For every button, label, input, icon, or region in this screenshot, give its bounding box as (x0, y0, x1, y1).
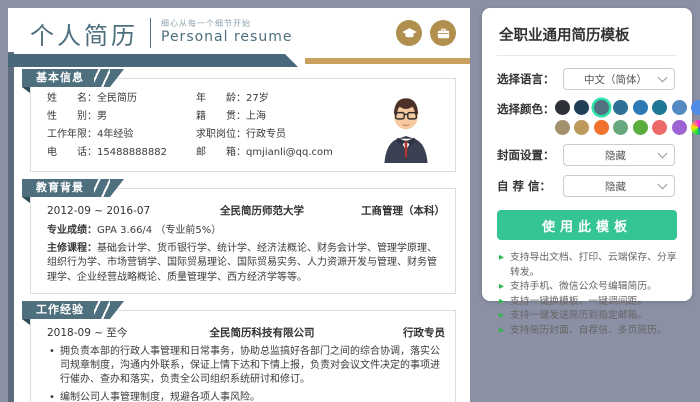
cover-label: 封面设置： (497, 148, 555, 162)
chevron-down-icon (657, 72, 668, 83)
color-swatch-7[interactable] (691, 100, 700, 115)
color-swatch-10[interactable] (593, 120, 609, 135)
header-divider (150, 18, 151, 48)
chevron-down-icon (657, 179, 668, 190)
field-email: 邮 箱：qmjianli@qq.com (195, 147, 333, 158)
color-swatch-15[interactable] (691, 120, 700, 135)
color-swatch-2[interactable] (593, 100, 609, 115)
color-swatch-5[interactable] (652, 100, 667, 115)
cover-letter-label: 自 荐 信： (497, 179, 552, 193)
feature-item: 支持手机、微信公众号编辑简历。 (499, 280, 677, 295)
graduation-cap-icon (396, 20, 422, 46)
panel-divider (497, 55, 677, 56)
use-template-button[interactable]: 使用此模板 (497, 210, 677, 240)
field-position: 求职岗位：行政专员 (195, 129, 286, 140)
briefcase-icon (430, 20, 456, 46)
job-header: 2018-09 ~ 至今 全民简历科技有限公司 行政专员 (47, 325, 445, 340)
education-gpa: 专业成绩：GPA 3.66/4 （专业前5%） (47, 225, 222, 236)
job-bullet: 拥负责本部的行政人事管理和日常事务，协助总监搞好各部门之间的综合协调，落实公司规… (49, 345, 445, 388)
job-role: 行政专员 (403, 327, 445, 339)
cover-row: 封面设置： 隐藏 (497, 144, 677, 166)
job-company: 全民简历科技有限公司 (209, 327, 315, 339)
education-courses: 主修课程：基础会计学、货币银行学、统计学、经济法概论、财务会计学、管理学原理、组… (47, 242, 437, 283)
cover-value: 隐藏 (605, 149, 626, 162)
template-options-panel: 全职业通用简历模板 选择语言： 中文（简体） 选择颜色： 封面设置： 隐藏 自 … (482, 8, 700, 338)
colors-row: 选择颜色： (497, 99, 700, 135)
color-swatch-1[interactable] (574, 100, 589, 115)
section-banner-basic-info: 基本信息 (22, 69, 124, 87)
feature-item: 支持一键发送简历到指定邮箱。 (499, 309, 677, 324)
resume-header: 个人简历 细心从每一个细节开始 Personal resume (8, 8, 470, 52)
section-heading: 教育背景 (36, 181, 84, 194)
template-title: 全职业通用简历模板 (499, 28, 630, 44)
work-box: 2018-09 ~ 至今 全民简历科技有限公司 行政专员 拥负责本部的行政人事管… (30, 310, 456, 402)
resume-preview: 个人简历 细心从每一个细节开始 Personal resume 基本信息 姓 名… (8, 8, 470, 402)
field-gender: 性 别：男 (47, 111, 107, 122)
color-swatch-8[interactable] (554, 120, 570, 135)
color-swatch-12[interactable] (632, 120, 648, 135)
cover-letter-select[interactable]: 隐藏 (563, 175, 675, 197)
feature-item: 支持一键换模板、一键调间距。 (499, 295, 677, 310)
color-swatches (554, 99, 700, 135)
resume-subtitle-en: Personal resume (161, 29, 293, 46)
job-bullet: 编制公司人事管理制度，规避各项人事风险。 (49, 391, 445, 402)
field-phone: 电 话：15488888882 (47, 147, 167, 158)
education-degree: 工商管理（本科） (361, 205, 445, 217)
language-select[interactable]: 中文（简体） (563, 68, 675, 90)
header-band (8, 54, 470, 67)
header-band-gold (305, 58, 470, 64)
section-work: 工作经验 2018-09 ~ 至今 全民简历科技有限公司 行政专员 拥负责本部的… (22, 301, 456, 402)
color-swatch-13[interactable] (652, 120, 667, 135)
education-school: 全民简历师范大学 (220, 205, 304, 217)
basic-info-grid: 姓 名：全民简历 性 别：男 工作年限：4年经验 电 话：15488888882… (47, 91, 373, 163)
cover-select[interactable]: 隐藏 (563, 144, 675, 166)
field-hometown: 籍 贯：上海 (195, 111, 266, 122)
color-swatch-6[interactable] (671, 100, 687, 115)
color-swatch-11[interactable] (613, 120, 628, 135)
colors-label: 选择颜色： (497, 102, 555, 116)
color-swatch-14[interactable] (671, 120, 687, 135)
header-band-teal (8, 54, 298, 67)
section-banner-work: 工作经验 (22, 301, 124, 319)
banner-stripes (94, 301, 110, 319)
language-row: 选择语言： 中文（简体） (497, 68, 677, 90)
language-value: 中文（简体） (584, 73, 647, 86)
section-banner-education: 教育背景 (22, 179, 124, 197)
banner-stripes (94, 179, 110, 197)
color-swatch-4[interactable] (632, 100, 648, 115)
section-heading: 工作经验 (36, 303, 84, 316)
color-swatch-0[interactable] (554, 100, 570, 115)
chevron-down-icon (657, 148, 668, 159)
field-age: 年 龄：27岁 (195, 93, 269, 104)
language-label: 选择语言： (497, 72, 555, 86)
basic-info-box: 姓 名：全民简历 性 别：男 工作年限：4年经验 电 话：15488888882… (30, 78, 456, 172)
cover-letter-value: 隐藏 (605, 180, 626, 193)
banner-stripes (94, 69, 110, 87)
field-name: 姓 名：全民简历 (47, 93, 137, 104)
page-left-edge (8, 52, 14, 402)
resume-tagline: 细心从每一个细节开始 (161, 19, 251, 29)
cover-letter-row: 自 荐 信： 隐藏 (497, 175, 677, 197)
resume-title: 个人简历 (30, 21, 138, 50)
education-box: 2012-09 ~ 2016-07 全民简历师范大学 工商管理（本科） 专业成绩… (30, 188, 456, 294)
avatar (384, 98, 428, 163)
feature-list: 支持导出文档、打印、云端保存、分享转发。 支持手机、微信公众号编辑简历。 支持一… (497, 251, 677, 339)
job-bullets: 拥负责本部的行政人事管理和日常事务，协助总监搞好各部门之间的综合协调，落实公司规… (49, 345, 445, 402)
section-basic-info: 基本信息 姓 名：全民简历 性 别：男 工作年限：4年经验 电 话：154888… (22, 69, 456, 172)
feature-item: 支持导出文档、打印、云端保存、分享转发。 (499, 251, 677, 280)
color-swatch-3[interactable] (613, 100, 628, 115)
feature-item: 支持简历封面、自荐信、多页简历。 (499, 324, 677, 339)
section-heading: 基本信息 (36, 71, 84, 84)
job-period: 2018-09 ~ 至今 (47, 327, 128, 339)
section-education: 教育背景 2012-09 ~ 2016-07 全民简历师范大学 工商管理（本科）… (22, 179, 456, 294)
field-years: 工作年限：4年经验 (47, 129, 134, 140)
color-swatch-9[interactable] (574, 120, 589, 135)
education-period: 2012-09 ~ 2016-07 (47, 205, 151, 217)
